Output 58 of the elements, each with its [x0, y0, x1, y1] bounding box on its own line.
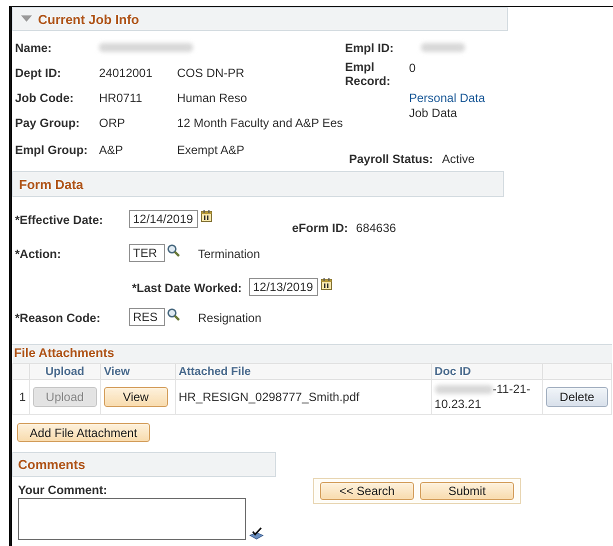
field-value: A&P: [99, 143, 124, 157]
field-label: Your Comment:: [18, 483, 108, 497]
field-label: *Reason Code:: [15, 310, 102, 325]
delete-button[interactable]: Delete: [546, 387, 608, 407]
action-button[interactable]: Submit: [420, 482, 514, 500]
row-number: 1: [12, 380, 30, 414]
spell-check-icon[interactable]: [249, 527, 264, 540]
calendar-icon[interactable]: [321, 278, 332, 290]
search-icon[interactable]: [167, 308, 180, 321]
field-value: 0: [409, 60, 416, 77]
field-value: 684636: [356, 221, 396, 235]
add-file-attachment-button[interactable]: Add File Attachment: [17, 423, 150, 442]
section-title: Comments: [18, 457, 86, 472]
field-label: Empl ID:: [345, 41, 395, 57]
field-value: Active: [442, 152, 475, 166]
table-cell-text: 10.23.21: [434, 397, 482, 412]
field-label: *Effective Date:: [15, 212, 104, 227]
personal-data-link[interactable]: Personal Data: [409, 91, 605, 106]
field-value: ORP: [99, 116, 126, 130]
date-field[interactable]: 12/13/2019: [249, 278, 318, 296]
field-value: Human Reso: [177, 91, 248, 105]
action-button[interactable]: << Search: [320, 482, 414, 500]
section-title: Current Job Info: [38, 12, 140, 26]
field-label: eForm ID:: [292, 221, 348, 235]
field-value: Resignation: [198, 310, 262, 325]
column-header: Upload: [29, 364, 100, 380]
calendar-icon[interactable]: [201, 210, 212, 222]
column-header: View: [100, 364, 176, 380]
field-value: Termination: [198, 246, 260, 261]
field-label: Empl Group:: [15, 143, 89, 157]
field-label: *Last Date Worked:: [132, 280, 243, 295]
collapse-arrow-icon[interactable]: [21, 15, 32, 23]
field-label: Dept ID:: [15, 66, 62, 80]
code-field[interactable]: RES: [129, 308, 165, 326]
field-label: Pay Group:: [15, 116, 81, 130]
column-header: Attached File: [175, 364, 432, 380]
field-label: Name:: [15, 41, 53, 55]
field-label: Job Code:: [15, 91, 75, 105]
field-label: Payroll Status:: [349, 152, 434, 166]
column-header: Doc ID: [431, 364, 542, 380]
field-value: 12 Month Faculty and A&P Ees: [177, 116, 343, 130]
field-value: 24012001: [99, 66, 154, 80]
section-title: Form Data: [19, 176, 84, 192]
code-field[interactable]: TER: [129, 244, 165, 262]
table-cell: -11-21-: [492, 382, 530, 397]
comment-field[interactable]: [18, 498, 246, 540]
field-value: Exempt A&P: [177, 143, 244, 157]
view-button[interactable]: View: [104, 387, 168, 407]
section-header[interactable]: Current Job Info: [12, 7, 508, 31]
field-value: COS DN-PR: [177, 66, 244, 80]
field-value: HR0711: [99, 91, 144, 105]
field-label: *Action:: [15, 246, 62, 261]
search-icon[interactable]: [167, 244, 180, 257]
table-cell: HR_RESIGN_0298777_Smith.pdf: [175, 380, 432, 414]
date-field[interactable]: 12/14/2019: [129, 210, 198, 228]
menu-text: Job Data: [409, 106, 458, 121]
section-title: File Attachments: [14, 346, 114, 360]
field-label: Empl Record:: [345, 60, 392, 90]
